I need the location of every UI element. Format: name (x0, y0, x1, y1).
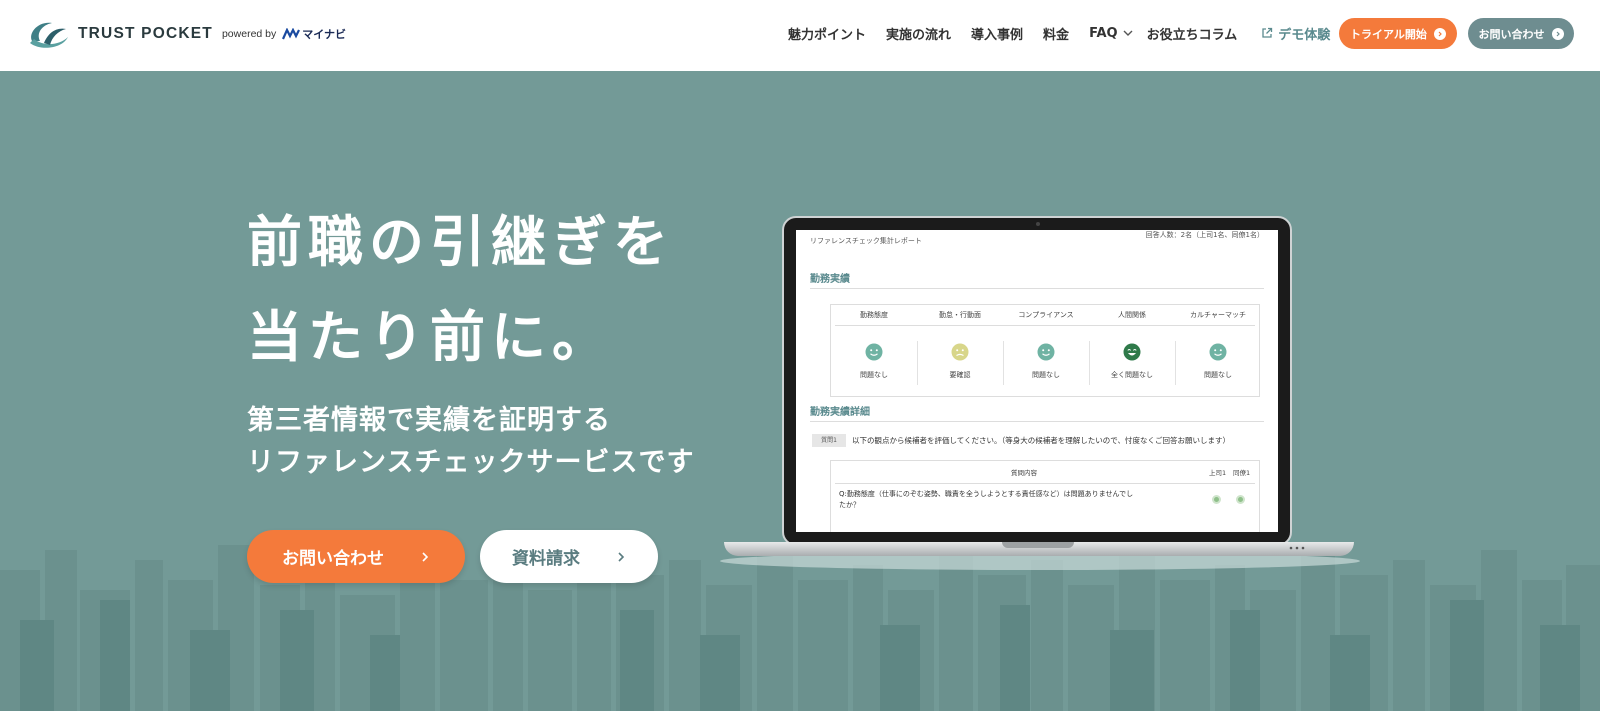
eval-result: 問題なし (1204, 371, 1232, 379)
mynavi-logo-icon (282, 28, 301, 40)
header-contact-label: お問い合わせ (1478, 27, 1545, 41)
eval-result: 問題なし (860, 371, 888, 379)
table-rule (835, 483, 1255, 484)
arrow-circle-right-icon (1551, 27, 1564, 40)
hero-contact-label: お問い合わせ (282, 549, 384, 569)
nav-item-cases[interactable]: 導入事例 (971, 24, 1023, 43)
laptop-dots (1289, 546, 1305, 550)
nav-item-column[interactable]: お役立ちコラム (1147, 24, 1238, 43)
table-head-boss: 上司1 (1209, 469, 1227, 477)
eval-result: 全く問題なし (1111, 371, 1153, 379)
eval-rule (835, 325, 1255, 326)
nav-item-flow[interactable]: 実施の流れ (886, 24, 951, 43)
eval-result: 要確認 (949, 371, 971, 379)
smile-face-icon (1037, 343, 1055, 361)
big-smile-face-icon (1123, 343, 1141, 361)
partner-name: マイナビ (302, 28, 347, 41)
evaluation-summary: 勤務態度 勤怠・行動面 コンプライアンス 人間関係 カルチャーマッチ 問題なし … (830, 304, 1260, 397)
report-screen: リファレンスチェック集計レポート 回答人数：2名（上司1名、同僚1名） 勤務実績… (796, 230, 1278, 532)
hero-docs-button[interactable]: 資料請求 (480, 530, 658, 583)
headline-line-2: 当たり前に。 (247, 305, 614, 369)
laptop-camera (1036, 222, 1040, 226)
eval-category: コンプライアンス (1018, 311, 1074, 319)
section-rule (810, 288, 1264, 289)
section-performance: 勤務実績 (810, 274, 850, 285)
question-tag: 質問1 (812, 434, 846, 447)
nav-item-pricing[interactable]: 料金 (1043, 24, 1069, 43)
table-head-peer: 同僚1 (1233, 469, 1251, 477)
header-contact-button[interactable]: お問い合わせ (1468, 18, 1574, 49)
nav-item-features[interactable]: 魅力ポイント (788, 24, 866, 43)
laptop-mockup: リファレンスチェック集計レポート 回答人数：2名（上司1名、同僚1名） 勤務実績… (720, 212, 1360, 572)
eval-category: カルチャーマッチ (1190, 311, 1246, 319)
trial-start-label: トライアル開始 (1350, 27, 1427, 41)
eval-category: 人間関係 (1118, 311, 1146, 319)
ok-indicator-icon (1212, 495, 1221, 504)
eval-category: 勤務態度 (860, 311, 888, 319)
report-title: リファレンスチェック集計レポート (810, 237, 922, 245)
hero-docs-label: 資料請求 (512, 549, 580, 569)
smile-face-icon (865, 343, 883, 361)
hero-subheadline: 第三者情報で実績を証明する リファレンスチェックサービスです (247, 400, 694, 484)
row-text-line-2: たか？ (839, 501, 860, 509)
subline-line-1: 第三者情報で実績を証明する (247, 405, 611, 436)
main-nav: 魅力ポイント 実施の流れ 導入事例 料金 FAQ お役立ちコラム デモ体験 (788, 22, 1330, 44)
chevron-right-icon (422, 551, 429, 562)
table-row: Q:勤務態度（仕事にのぞむ姿勢、職責を全うしようとする責任感など）は問題ありませ… (839, 489, 1179, 511)
arrow-circle-right-icon (1433, 27, 1446, 40)
nav-demo-label: デモ体験 (1278, 27, 1331, 43)
logo[interactable]: TRUST POCKET powered by マイナビ (26, 17, 346, 51)
row-text-line-1: Q:勤務態度（仕事にのぞむ姿勢、職責を全うしようとする責任感など）は問題ありませ… (839, 490, 1134, 498)
nav-demo-link[interactable]: デモ体験 (1261, 24, 1330, 43)
section-rule (810, 421, 1264, 422)
hero-headline: 前職の引継ぎを 当たり前に。 (247, 195, 674, 385)
external-link-icon (1262, 27, 1273, 38)
logo-text: TRUST POCKET (78, 25, 213, 42)
trust-pocket-logo-icon (30, 22, 68, 48)
question-table: 質問内容 上司1 同僚1 Q:勤務態度（仕事にのぞむ姿勢、職責を全うしようとする… (830, 460, 1260, 532)
nav-item-faq[interactable]: FAQ (1089, 26, 1133, 41)
section-detail: 勤務実績詳細 (810, 407, 870, 418)
nav-item-faq-label: FAQ (1089, 25, 1118, 41)
question-text: 以下の観点から候補者を評価してください。（等身大の候補者を理解したいので、忖度な… (852, 436, 1230, 445)
smile-face-icon (1209, 343, 1227, 361)
headline-line-1: 前職の引継ぎを (247, 210, 675, 274)
laptop-notch (1002, 542, 1074, 548)
laptop-lid: リファレンスチェック集計レポート 回答人数：2名（上司1名、同僚1名） 勤務実績… (782, 216, 1292, 546)
chevron-right-icon (618, 551, 625, 562)
neutral-face-icon (951, 343, 969, 361)
report-respondents: 回答人数：2名（上司1名、同僚1名） (1145, 231, 1264, 239)
table-head-content: 質問内容 (1011, 469, 1037, 477)
chevron-down-icon (1123, 30, 1133, 36)
site-header: TRUST POCKET powered by マイナビ 魅力ポイント 実施の流… (0, 0, 1600, 71)
eval-result: 問題なし (1032, 371, 1060, 379)
powered-by-text: powered by (221, 28, 277, 40)
eval-category: 勤怠・行動面 (939, 311, 981, 319)
hero-contact-button[interactable]: お問い合わせ (247, 530, 465, 583)
trial-start-button[interactable]: トライアル開始 (1339, 18, 1457, 49)
ok-indicator-icon (1236, 495, 1245, 504)
subline-line-2: リファレンスチェックサービスです (247, 447, 695, 478)
